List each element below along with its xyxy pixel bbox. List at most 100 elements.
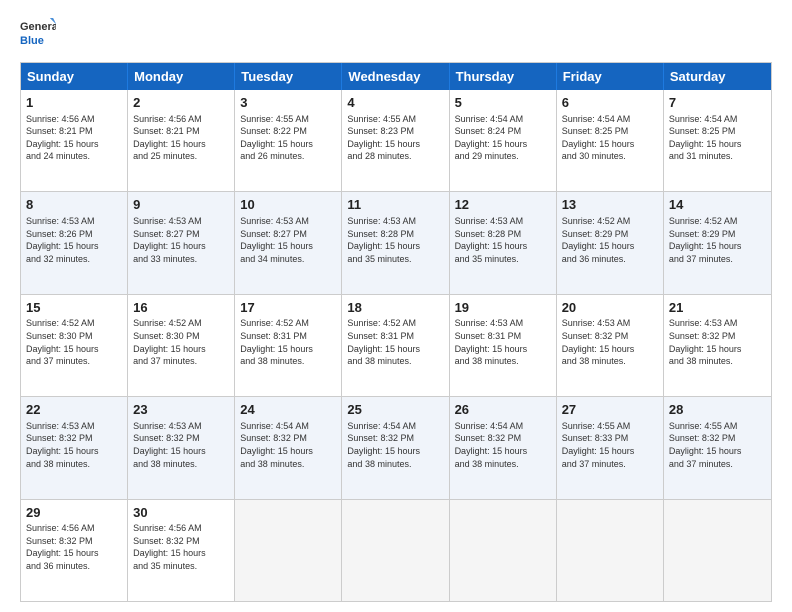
cell-line: Daylight: 15 hours	[26, 445, 122, 458]
cell-line: Sunset: 8:32 PM	[133, 432, 229, 445]
cell-line: Sunrise: 4:54 AM	[455, 113, 551, 126]
cell-line: Sunrise: 4:52 AM	[347, 317, 443, 330]
cell-line: Daylight: 15 hours	[133, 240, 229, 253]
day-cell-12: 12Sunrise: 4:53 AMSunset: 8:28 PMDayligh…	[450, 192, 557, 293]
day-cell-20: 20Sunrise: 4:53 AMSunset: 8:32 PMDayligh…	[557, 295, 664, 396]
cell-line: Daylight: 15 hours	[669, 343, 766, 356]
cell-line: and 38 minutes.	[240, 355, 336, 368]
cell-line: and 38 minutes.	[26, 458, 122, 471]
cell-line: Sunset: 8:26 PM	[26, 228, 122, 241]
day-cell-14: 14Sunrise: 4:52 AMSunset: 8:29 PMDayligh…	[664, 192, 771, 293]
cell-line: Sunrise: 4:56 AM	[26, 113, 122, 126]
cell-line: Sunrise: 4:53 AM	[240, 215, 336, 228]
cell-line: Sunrise: 4:54 AM	[562, 113, 658, 126]
day-cell-9: 9Sunrise: 4:53 AMSunset: 8:27 PMDaylight…	[128, 192, 235, 293]
calendar-row-3: 15Sunrise: 4:52 AMSunset: 8:30 PMDayligh…	[21, 294, 771, 396]
day-cell-22: 22Sunrise: 4:53 AMSunset: 8:32 PMDayligh…	[21, 397, 128, 498]
cell-line: Sunset: 8:25 PM	[562, 125, 658, 138]
cell-line: and 38 minutes.	[347, 355, 443, 368]
cell-line: Daylight: 15 hours	[240, 240, 336, 253]
day-number: 22	[26, 401, 122, 419]
day-number: 20	[562, 299, 658, 317]
cell-line: Daylight: 15 hours	[240, 138, 336, 151]
cell-line: and 28 minutes.	[347, 150, 443, 163]
cell-line: Sunrise: 4:53 AM	[455, 215, 551, 228]
cell-line: Sunrise: 4:55 AM	[240, 113, 336, 126]
weekday-header-thursday: Thursday	[450, 63, 557, 90]
weekday-header-wednesday: Wednesday	[342, 63, 449, 90]
cell-line: Sunrise: 4:54 AM	[347, 420, 443, 433]
day-number: 29	[26, 504, 122, 522]
cell-line: Sunrise: 4:53 AM	[455, 317, 551, 330]
day-number: 5	[455, 94, 551, 112]
cell-line: Daylight: 15 hours	[347, 445, 443, 458]
cell-line: and 32 minutes.	[26, 253, 122, 266]
cell-line: Sunset: 8:24 PM	[455, 125, 551, 138]
cell-line: Sunset: 8:28 PM	[455, 228, 551, 241]
cell-line: Sunset: 8:32 PM	[455, 432, 551, 445]
cell-line: Sunset: 8:22 PM	[240, 125, 336, 138]
day-cell-24: 24Sunrise: 4:54 AMSunset: 8:32 PMDayligh…	[235, 397, 342, 498]
day-cell-2: 2Sunrise: 4:56 AMSunset: 8:21 PMDaylight…	[128, 90, 235, 191]
cell-line: Daylight: 15 hours	[669, 138, 766, 151]
day-cell-21: 21Sunrise: 4:53 AMSunset: 8:32 PMDayligh…	[664, 295, 771, 396]
cell-line: Daylight: 15 hours	[562, 240, 658, 253]
cell-line: and 37 minutes.	[26, 355, 122, 368]
cell-line: Sunrise: 4:53 AM	[669, 317, 766, 330]
empty-cell	[664, 500, 771, 601]
cell-line: Sunrise: 4:52 AM	[240, 317, 336, 330]
cell-line: Daylight: 15 hours	[455, 138, 551, 151]
cell-line: Sunset: 8:31 PM	[455, 330, 551, 343]
cell-line: and 38 minutes.	[455, 355, 551, 368]
cell-line: Sunrise: 4:56 AM	[26, 522, 122, 535]
day-cell-23: 23Sunrise: 4:53 AMSunset: 8:32 PMDayligh…	[128, 397, 235, 498]
cell-line: and 33 minutes.	[133, 253, 229, 266]
logo: General Blue	[20, 16, 56, 52]
cell-line: Daylight: 15 hours	[26, 343, 122, 356]
cell-line: Sunrise: 4:55 AM	[347, 113, 443, 126]
cell-line: Sunrise: 4:55 AM	[562, 420, 658, 433]
cell-line: Sunrise: 4:53 AM	[347, 215, 443, 228]
cell-line: Daylight: 15 hours	[347, 343, 443, 356]
cell-line: Daylight: 15 hours	[133, 343, 229, 356]
day-number: 30	[133, 504, 229, 522]
cell-line: Daylight: 15 hours	[347, 138, 443, 151]
cell-line: and 35 minutes.	[347, 253, 443, 266]
cell-line: Daylight: 15 hours	[455, 445, 551, 458]
day-number: 7	[669, 94, 766, 112]
day-number: 3	[240, 94, 336, 112]
cell-line: Sunrise: 4:53 AM	[562, 317, 658, 330]
cell-line: Daylight: 15 hours	[26, 240, 122, 253]
day-number: 12	[455, 196, 551, 214]
day-cell-18: 18Sunrise: 4:52 AMSunset: 8:31 PMDayligh…	[342, 295, 449, 396]
cell-line: Sunrise: 4:54 AM	[240, 420, 336, 433]
cell-line: and 37 minutes.	[669, 253, 766, 266]
day-number: 21	[669, 299, 766, 317]
cell-line: Sunrise: 4:53 AM	[133, 215, 229, 228]
cell-line: Sunset: 8:31 PM	[240, 330, 336, 343]
day-number: 24	[240, 401, 336, 419]
cell-line: Daylight: 15 hours	[133, 547, 229, 560]
day-number: 16	[133, 299, 229, 317]
cell-line: Sunrise: 4:52 AM	[562, 215, 658, 228]
cell-line: Sunrise: 4:52 AM	[669, 215, 766, 228]
day-number: 8	[26, 196, 122, 214]
day-number: 19	[455, 299, 551, 317]
calendar: SundayMondayTuesdayWednesdayThursdayFrid…	[20, 62, 772, 602]
day-number: 26	[455, 401, 551, 419]
day-cell-15: 15Sunrise: 4:52 AMSunset: 8:30 PMDayligh…	[21, 295, 128, 396]
day-number: 28	[669, 401, 766, 419]
cell-line: Daylight: 15 hours	[562, 138, 658, 151]
day-number: 25	[347, 401, 443, 419]
weekday-header-sunday: Sunday	[21, 63, 128, 90]
cell-line: Daylight: 15 hours	[133, 445, 229, 458]
cell-line: Sunset: 8:32 PM	[26, 432, 122, 445]
cell-line: and 38 minutes.	[562, 355, 658, 368]
cell-line: and 35 minutes.	[133, 560, 229, 573]
day-cell-10: 10Sunrise: 4:53 AMSunset: 8:27 PMDayligh…	[235, 192, 342, 293]
cell-line: and 26 minutes.	[240, 150, 336, 163]
day-cell-27: 27Sunrise: 4:55 AMSunset: 8:33 PMDayligh…	[557, 397, 664, 498]
cell-line: Sunset: 8:21 PM	[133, 125, 229, 138]
cell-line: Sunrise: 4:52 AM	[133, 317, 229, 330]
empty-cell	[557, 500, 664, 601]
